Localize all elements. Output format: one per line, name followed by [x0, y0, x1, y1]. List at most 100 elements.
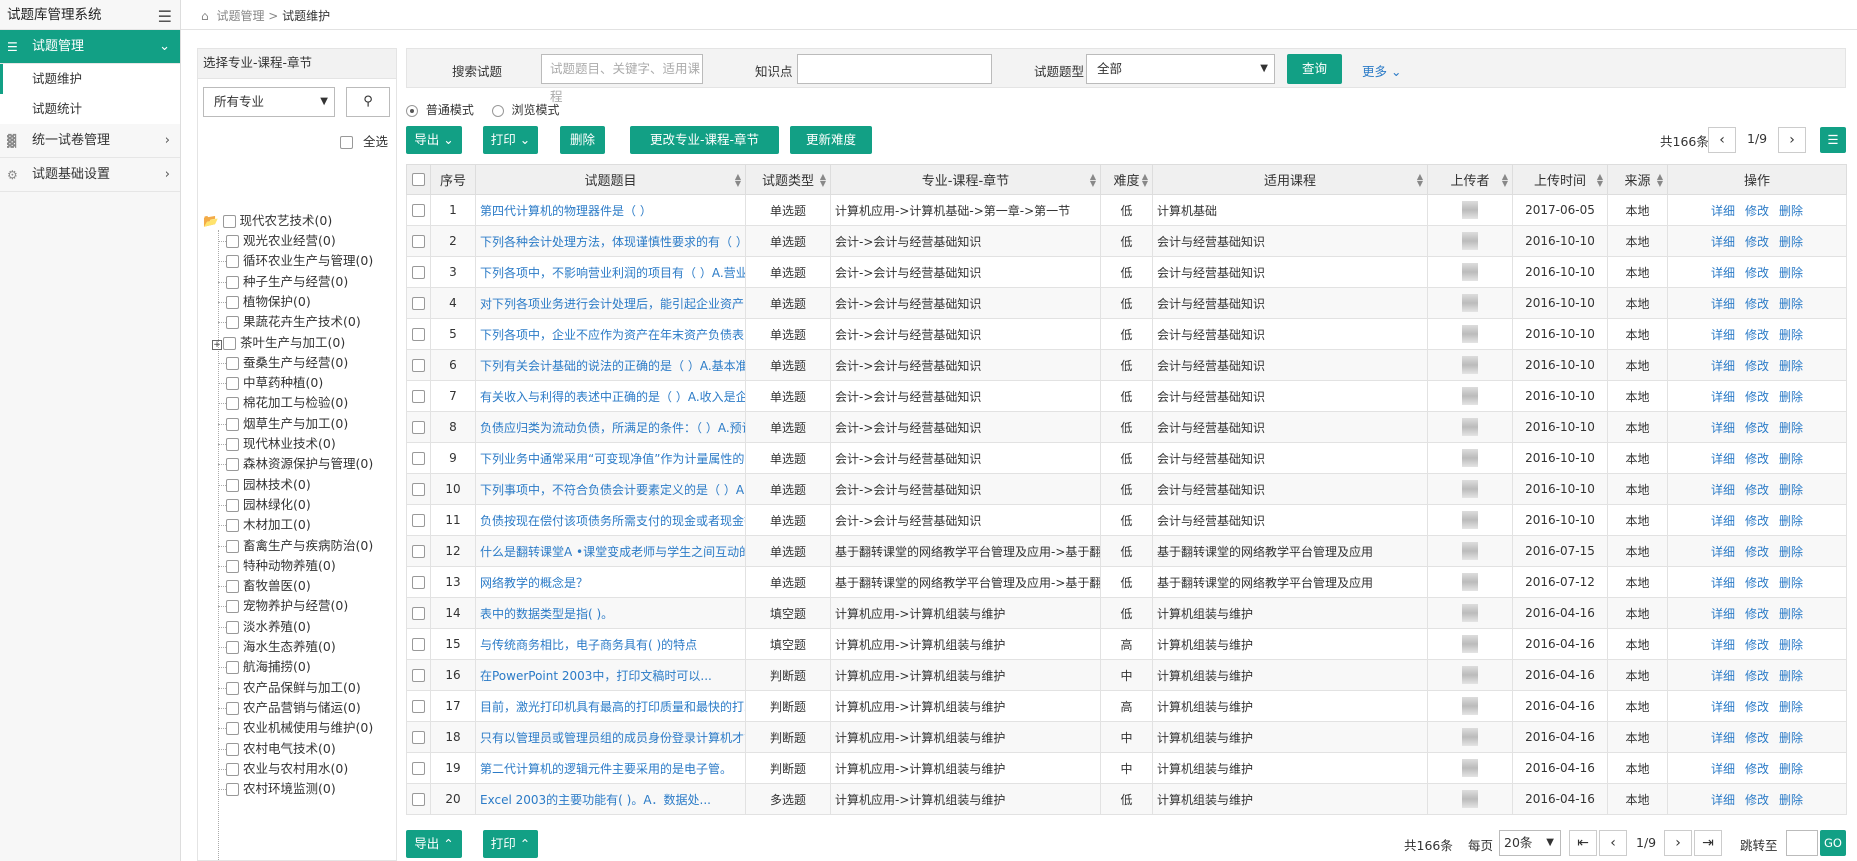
table-row[interactable]: 5 下列各项中，企业不应作为资产在年末资产负债表 单选题 会计->会计与经营基础知识低… — [406, 318, 1847, 350]
prev-page-button-bottom[interactable]: ‹ — [1599, 830, 1627, 856]
row-checkbox-cell[interactable] — [406, 225, 431, 257]
edit-link[interactable]: 修改 — [1745, 421, 1769, 435]
tree-node[interactable]: 园林绿化(0) — [218, 495, 311, 515]
row-checkbox[interactable] — [412, 452, 425, 465]
delete-link[interactable]: 删除 — [1779, 576, 1803, 590]
row-checkbox-cell[interactable] — [406, 287, 431, 319]
delete-link[interactable]: 删除 — [1779, 328, 1803, 342]
row-checkbox-cell[interactable] — [406, 256, 431, 288]
export-button-bottom[interactable]: 导出 ⌃ — [406, 830, 462, 858]
sort-icon[interactable]: ▲ ▼ — [820, 173, 826, 188]
cell-title-link[interactable]: 下列有关会计基础的说法的正确的是（ ）A.基本准则 — [475, 349, 746, 381]
sort-icon[interactable]: ▲ ▼ — [1090, 173, 1096, 188]
cell-title-link[interactable]: 对下列各项业务进行会计处理后，能引起企业资产 — [475, 287, 746, 319]
edit-link[interactable]: 修改 — [1745, 390, 1769, 404]
edit-link[interactable]: 修改 — [1745, 235, 1769, 249]
table-row[interactable]: 7 有关收入与利得的表述中正确的是（ ）A.收入是企业 单选题 会计->会计与经营基础… — [406, 380, 1847, 412]
breadcrumb-parent[interactable]: 试题管理 — [216, 9, 264, 23]
sort-icon[interactable]: ▲ ▼ — [735, 173, 741, 188]
row-checkbox[interactable] — [412, 545, 425, 558]
delete-link[interactable]: 删除 — [1779, 700, 1803, 714]
edit-link[interactable]: 修改 — [1745, 793, 1769, 807]
major-select[interactable]: 所有专业 ▼ — [203, 87, 335, 117]
header-source[interactable]: 来源 ▲ ▼ — [1607, 164, 1668, 195]
normal-mode-radio[interactable] — [406, 104, 418, 117]
tree-checkbox[interactable] — [226, 701, 239, 715]
cell-title-link[interactable]: 下列事项中，不符合负债会计要素定义的是（ ）A. — [475, 473, 746, 505]
menu-toggle-icon[interactable]: ☰ — [158, 2, 172, 32]
row-checkbox-cell[interactable] — [406, 535, 431, 567]
edit-link[interactable]: 修改 — [1745, 359, 1769, 373]
edit-link[interactable]: 修改 — [1745, 452, 1769, 466]
detail-link[interactable]: 详细 — [1711, 359, 1735, 373]
table-row[interactable]: 14 表中的数据类型是指( )。 填空题 计算机应用->计算机组装与维护低计算机组装与… — [406, 597, 1847, 629]
cell-title-link[interactable]: 有关收入与利得的表述中正确的是（ ）A.收入是企业 — [475, 380, 746, 412]
detail-link[interactable]: 详细 — [1711, 421, 1735, 435]
detail-link[interactable]: 详细 — [1711, 731, 1735, 745]
table-row[interactable]: 15 与传统商务相比，电子商务具有( )的特点 填空题 计算机应用->计算机组装与维护… — [406, 628, 1847, 660]
tree-node[interactable]: 农业与农村用水(0) — [218, 759, 348, 779]
next-page-button-bottom[interactable]: › — [1664, 830, 1692, 856]
delete-link[interactable]: 删除 — [1779, 266, 1803, 280]
table-row[interactable]: 8 负债应归类为流动负债，所满足的条件：（ ）A.预计 单选题 会计->会计与经营基础… — [406, 411, 1847, 443]
tree-node[interactable]: 森林资源保护与管理(0) — [218, 454, 373, 474]
delete-link[interactable]: 删除 — [1779, 607, 1803, 621]
tree-node[interactable]: 海水生态养殖(0) — [218, 637, 336, 657]
table-row[interactable]: 6 下列有关会计基础的说法的正确的是（ ）A.基本准则 单选题 会计->会计与经营基础… — [406, 349, 1847, 381]
cell-title-link[interactable]: 第四代计算机的物理器件是（ ） — [475, 194, 746, 226]
delete-link[interactable]: 删除 — [1779, 483, 1803, 497]
row-checkbox[interactable] — [412, 576, 425, 589]
row-checkbox[interactable] — [412, 297, 425, 310]
row-checkbox-cell[interactable] — [406, 473, 431, 505]
next-page-button[interactable]: › — [1778, 127, 1806, 153]
sidebar-item-base-settings[interactable]: ⚙ 试题基础设置 › — [0, 158, 180, 192]
edit-link[interactable]: 修改 — [1745, 762, 1769, 776]
row-checkbox[interactable] — [412, 235, 425, 248]
sort-icon[interactable]: ▲ ▼ — [1502, 173, 1508, 188]
print-button-bottom[interactable]: 打印 ⌃ — [483, 830, 538, 858]
row-checkbox-cell[interactable] — [406, 566, 431, 598]
table-row[interactable]: 19 第二代计算机的逻辑元件主要采用的是电子管。 判断题 计算机应用->计算机组装与维… — [406, 752, 1847, 784]
select-all[interactable]: 全选 — [340, 131, 388, 150]
tree-root-node[interactable]: 📂 现代农艺技术(0) — [203, 211, 332, 231]
table-row[interactable]: 16 在PowerPoint 2003中，打印文稿时可以... 判断题 计算机应用->… — [406, 659, 1847, 691]
tree-checkbox[interactable] — [226, 255, 239, 269]
tree-search-button[interactable]: ⚲ — [346, 87, 390, 117]
detail-link[interactable]: 详细 — [1711, 483, 1735, 497]
row-checkbox[interactable] — [412, 514, 425, 527]
tree-node[interactable]: + 茶叶生产与加工(0) — [212, 333, 345, 353]
table-row[interactable]: 20 Excel 2003的主要功能有( )。A．数据处... 多选题 计算机应用->… — [406, 783, 1847, 815]
cell-title-link[interactable]: 与传统商务相比，电子商务具有( )的特点 — [475, 628, 746, 660]
row-checkbox[interactable] — [412, 731, 425, 744]
tree-checkbox[interactable] — [223, 336, 236, 350]
row-checkbox[interactable] — [412, 328, 425, 341]
row-checkbox-cell[interactable] — [406, 194, 431, 226]
tree-checkbox[interactable] — [226, 295, 239, 309]
table-row[interactable]: 17 目前，激光打印机具有最高的打印质量和最快的打印 判断题 计算机应用->计算机组装… — [406, 690, 1847, 722]
tree-checkbox[interactable] — [226, 681, 239, 695]
browse-mode-label[interactable]: 浏览模式 — [512, 103, 560, 117]
edit-link[interactable]: 修改 — [1745, 731, 1769, 745]
cell-title-link[interactable]: 负债应归类为流动负债，所满足的条件：（ ）A.预计 — [475, 411, 746, 443]
tree-node[interactable]: 农产品营销与储运(0) — [218, 698, 361, 718]
tree-checkbox[interactable] — [226, 438, 239, 451]
delete-link[interactable]: 删除 — [1779, 638, 1803, 652]
row-checkbox[interactable] — [412, 390, 425, 403]
tree-node[interactable]: 观光农业经营(0) — [218, 231, 336, 251]
row-checkbox-cell[interactable] — [406, 442, 431, 474]
delete-link[interactable]: 删除 — [1779, 359, 1803, 373]
table-row[interactable]: 3 下列各项中，不影响营业利润的项目有（ ）A.营业成 单选题 会计->会计与经营基础… — [406, 256, 1847, 288]
change-chapter-button[interactable]: 更改专业-课程-章节 — [630, 126, 779, 154]
export-button[interactable]: 导出 ⌄ — [406, 126, 462, 154]
tree-checkbox[interactable] — [226, 600, 239, 614]
tree-node[interactable]: 现代林业技术(0) — [218, 434, 336, 454]
detail-link[interactable]: 详细 — [1711, 700, 1735, 714]
sidebar-item-paper-management[interactable]: ▓ 统一试卷管理 › — [0, 124, 180, 158]
sidebar-subitem-maintenance[interactable]: 试题维护 — [0, 64, 180, 94]
jump-page-input[interactable] — [1786, 830, 1818, 856]
delete-link[interactable]: 删除 — [1779, 514, 1803, 528]
edit-link[interactable]: 修改 — [1745, 483, 1769, 497]
tree-checkbox[interactable] — [226, 377, 239, 391]
first-page-button[interactable]: ⇤ — [1569, 830, 1597, 856]
tree-checkbox[interactable] — [226, 519, 239, 533]
